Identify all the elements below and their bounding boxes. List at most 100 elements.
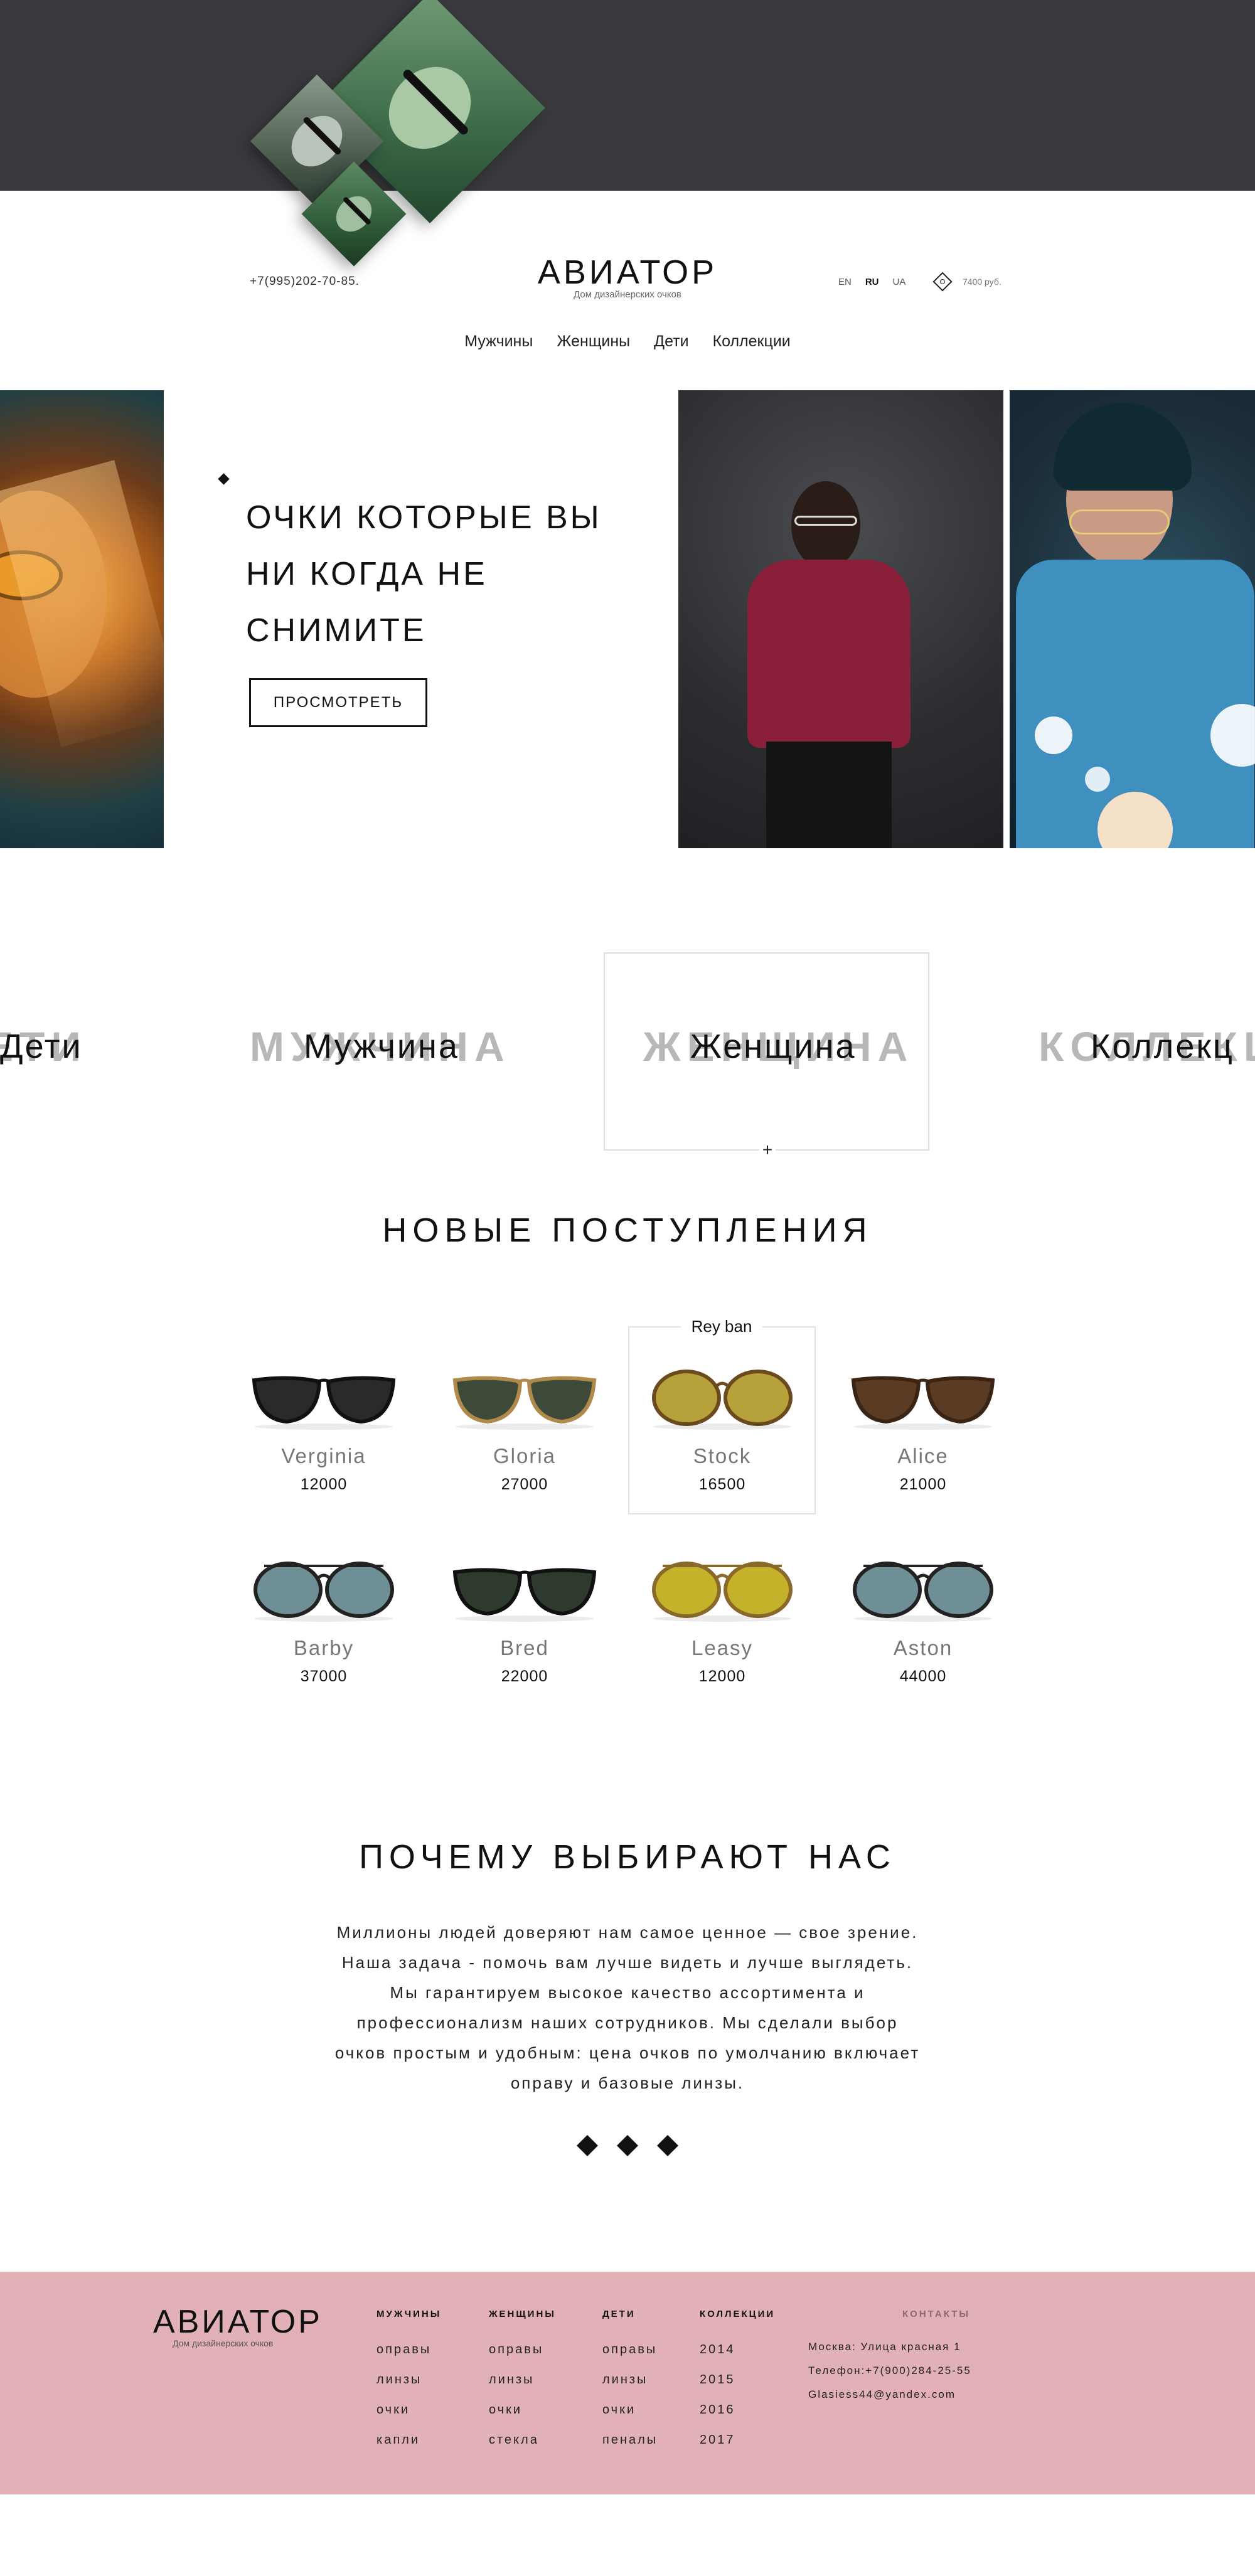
footer-link[interactable]: очки: [376, 2395, 441, 2425]
sunglasses-icon: [252, 1376, 396, 1430]
sunglasses-icon: [452, 1568, 597, 1622]
cart-total[interactable]: 7400 руб.: [963, 277, 1001, 287]
footer-contacts-title: КОНТАКТЫ: [902, 2309, 971, 2319]
product-card[interactable]: Aston 44000: [829, 1553, 1017, 1686]
product-price: 21000: [899, 1476, 947, 1493]
carousel-dot[interactable]: [657, 2135, 678, 2156]
why-us-line: Миллионы людей доверяют нам самое ценное…: [336, 1923, 919, 1942]
product-card[interactable]: Stock 16500: [628, 1361, 816, 1494]
sunglasses-icon: [652, 1370, 793, 1430]
product-price: 12000: [698, 1668, 746, 1685]
hero-title-line: ОЧКИ КОТОРЫЕ ВЫ: [246, 499, 602, 536]
product-name[interactable]: Alice: [829, 1444, 1017, 1468]
site-logo[interactable]: АВИАТОР: [0, 253, 1255, 292]
footer-column-women: ЖЕНЩИНЫ оправы линзы очки стекла: [489, 2309, 556, 2455]
hero-photo-man-red-sweater: [678, 390, 1003, 848]
product-name[interactable]: Stock: [628, 1444, 816, 1468]
why-us-line: Наша задача - помочь вам лучше видеть и …: [341, 1953, 914, 1972]
footer-link[interactable]: стекла: [489, 2425, 556, 2455]
hero-diamond-bullet: [218, 473, 230, 485]
footer-link[interactable]: капли: [376, 2425, 441, 2455]
footer-column-men: МУЖЧИНЫ оправы линзы очки капли: [376, 2309, 441, 2455]
carousel-dots: [0, 2135, 1255, 2156]
hero-title-line: СНИМИТЕ: [246, 612, 427, 649]
footer-column-kids: ДЕТИ оправы линзы очки пеналы: [602, 2309, 658, 2455]
why-us-title: ПОЧЕМУ ВЫБИРАЮТ НАС: [359, 1838, 896, 1876]
category-men[interactable]: Мужчина: [304, 1027, 459, 1066]
sunglasses-icon: [452, 1376, 597, 1430]
lang-ru[interactable]: RU: [865, 277, 879, 287]
why-us-line: профессионализм наших сотрудников. Мы сд…: [356, 2013, 899, 2032]
product-price: 37000: [300, 1668, 348, 1685]
product-card[interactable]: Gloria 27000: [430, 1361, 619, 1494]
lang-ua[interactable]: UA: [893, 277, 906, 287]
sunglasses-icon: [851, 1376, 995, 1430]
footer-link[interactable]: линзы: [376, 2365, 441, 2395]
hero-title: ОЧКИ КОТОРЫЕ ВЫ НИ КОГДА НЕ СНИМИТЕ: [246, 489, 648, 659]
footer-tagline: Дом дизайнерских очков: [173, 2338, 274, 2348]
product-card[interactable]: Bred 22000: [430, 1553, 619, 1686]
product-card[interactable]: Leasy 12000: [628, 1553, 816, 1686]
footer-contacts: Москва: Улица красная 1 Телефон:+7(900)2…: [808, 2335, 971, 2407]
product-name[interactable]: Bred: [430, 1636, 619, 1660]
nav-collections[interactable]: Коллекции: [713, 333, 791, 351]
product-brand-label: Rey ban: [681, 1314, 762, 1339]
lang-en[interactable]: EN: [838, 277, 852, 287]
why-us-text: Миллионы людей доверяют нам самое ценное…: [295, 1917, 960, 2098]
footer-column-title: МУЖЧИНЫ: [376, 2309, 442, 2319]
site-tagline: Дом дизайнерских очков: [574, 289, 681, 300]
footer-link[interactable]: 2014: [700, 2334, 775, 2365]
footer-link[interactable]: оправы: [376, 2334, 441, 2365]
footer-address: Москва: Улица красная 1: [808, 2341, 961, 2353]
hero-title-line: НИ КОГДА НЕ: [246, 556, 488, 592]
footer-link[interactable]: 2015: [700, 2365, 775, 2395]
product-name[interactable]: Gloria: [430, 1444, 619, 1468]
product-price: 16500: [698, 1476, 746, 1493]
footer-phone[interactable]: Телефон:+7(900)284-25-55: [808, 2359, 971, 2383]
why-us-line: Мы гарантируем высокое качество ассортим…: [390, 1983, 865, 2002]
category-plus-icon[interactable]: +: [759, 1141, 776, 1159]
product-name[interactable]: Barby: [230, 1636, 418, 1660]
product-card[interactable]: Verginia 12000: [230, 1361, 418, 1494]
footer-link[interactable]: линзы: [489, 2365, 556, 2395]
footer-link[interactable]: очки: [489, 2395, 556, 2425]
why-us-line: оправу и базовые линзы.: [510, 2073, 745, 2092]
product-price: 22000: [501, 1668, 548, 1685]
category-kids[interactable]: Дети: [0, 1027, 83, 1066]
footer-link[interactable]: 2016: [700, 2395, 775, 2425]
product-price: 12000: [300, 1476, 348, 1493]
why-us-line: очков простым и удобным: цена очков по у…: [334, 2043, 921, 2062]
footer-link[interactable]: пеналы: [602, 2425, 658, 2455]
main-nav: Мужчины Женщины Дети Коллекции: [0, 333, 1255, 351]
footer-column-title: ДЕТИ: [602, 2309, 636, 2319]
footer-link[interactable]: очки: [602, 2395, 658, 2425]
product-price: 44000: [899, 1668, 947, 1685]
hero-photo-woman-denim-lights: [1010, 390, 1255, 848]
category-women[interactable]: Женщина: [690, 1027, 857, 1066]
sunglasses-icon: [254, 1562, 394, 1622]
nav-women[interactable]: Женщины: [557, 333, 630, 351]
nav-men[interactable]: Мужчины: [464, 333, 533, 351]
view-button[interactable]: ПРОСМОТРЕТЬ: [249, 678, 427, 727]
product-card[interactable]: Alice 21000: [829, 1361, 1017, 1494]
nav-kids[interactable]: Дети: [654, 333, 688, 351]
product-name[interactable]: Verginia: [230, 1444, 418, 1468]
footer-link[interactable]: линзы: [602, 2365, 658, 2395]
top-band: [0, 0, 1255, 191]
carousel-dot[interactable]: [617, 2135, 638, 2156]
footer-link[interactable]: оправы: [489, 2334, 556, 2365]
sunglasses-icon: [652, 1562, 793, 1622]
footer-link[interactable]: оправы: [602, 2334, 658, 2365]
footer-email[interactable]: Glasiess44@yandex.com: [808, 2383, 971, 2407]
footer-column-title: КОЛЛЕКЦИИ: [700, 2309, 776, 2319]
footer-link[interactable]: 2017: [700, 2425, 775, 2455]
footer-column-collections: КОЛЛЕКЦИИ 2014 2015 2016 2017: [700, 2309, 775, 2455]
product-name[interactable]: Aston: [829, 1636, 1017, 1660]
carousel-dot[interactable]: [577, 2135, 598, 2156]
product-name[interactable]: Leasy: [628, 1636, 816, 1660]
footer-logo[interactable]: АВИАТОР: [153, 2303, 323, 2341]
footer-column-title: ЖЕНЩИНЫ: [489, 2309, 556, 2319]
product-card[interactable]: Barby 37000: [230, 1553, 418, 1686]
sunglasses-icon: [853, 1562, 993, 1622]
category-collections[interactable]: Коллекц: [1091, 1027, 1234, 1066]
